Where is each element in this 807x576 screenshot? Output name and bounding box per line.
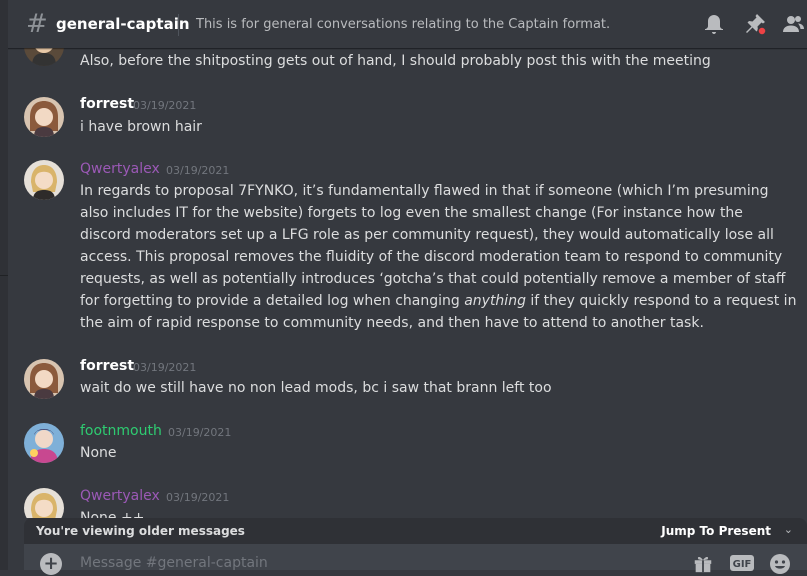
bell-icon[interactable] xyxy=(702,12,726,36)
channel-header: # general-captain This is for general co… xyxy=(8,0,807,48)
pin-icon[interactable] xyxy=(743,12,767,36)
message-text-italic: anything xyxy=(464,293,526,309)
message-text: also includes IT for the website) forget… xyxy=(80,205,743,221)
channel-name: general-captain xyxy=(56,15,190,33)
message-timestamp: 03/19/2021 xyxy=(166,164,230,177)
message-text: None xyxy=(80,445,117,461)
older-messages-bar: You're viewing older messages Jump To Pr… xyxy=(24,518,807,544)
avatar[interactable] xyxy=(24,359,64,399)
avatar[interactable] xyxy=(24,160,64,200)
header-divider xyxy=(178,14,179,36)
add-attachment-icon[interactable]: + xyxy=(40,553,62,575)
avatar[interactable] xyxy=(24,97,64,137)
message-text: requests, as well as potentially introdu… xyxy=(80,271,786,287)
message-text: the aim of rapid response to community n… xyxy=(80,315,704,331)
gif-icon[interactable]: GIF xyxy=(729,552,755,574)
message-composer: + Message #general-captain GIF xyxy=(24,544,807,575)
message-text-part: for forgetting to provide a detailed log… xyxy=(80,293,465,309)
channel-topic[interactable]: This is for general conversations relati… xyxy=(196,17,610,32)
emoji-icon[interactable] xyxy=(768,552,792,576)
message-author[interactable]: forrest xyxy=(80,96,134,112)
message-input[interactable]: Message #general-captain xyxy=(80,555,268,571)
message-author[interactable]: footnmouth xyxy=(80,423,162,439)
server-sidebar-edge xyxy=(0,0,8,570)
message-author[interactable]: Qwertyalex xyxy=(80,488,160,504)
message-text-part: if they quickly respond to a request in xyxy=(525,293,797,309)
message-text: None ++ xyxy=(80,510,145,518)
chevron-down-icon[interactable]: ⌄ xyxy=(784,523,793,536)
gif-label: GIF xyxy=(733,559,752,570)
message-author[interactable]: Qwertyalex xyxy=(80,161,160,177)
message-text: In regards to proposal 7FYNKO, it’s fund… xyxy=(80,183,769,199)
message-text: wait do we still have no non lead mods, … xyxy=(80,380,552,396)
message-text: access. This proposal removes the fluidi… xyxy=(80,249,783,265)
message-timestamp: 03/19/2021 xyxy=(166,491,230,504)
avatar[interactable] xyxy=(24,488,64,518)
message-text: i have brown hair xyxy=(80,119,202,135)
message-text: discord moderators set up a LFG role as … xyxy=(80,227,774,243)
message-timestamp: 03/19/2021 xyxy=(133,99,197,112)
message-timestamp: 03/19/2021 xyxy=(168,426,232,439)
older-messages-text: You're viewing older messages xyxy=(36,524,245,538)
text-channel-icon: # xyxy=(26,9,48,39)
message-timestamp: 03/19/2021 xyxy=(133,361,197,374)
avatar[interactable] xyxy=(24,48,64,66)
message-text: Also, before the shitposting gets out of… xyxy=(80,53,711,69)
message-text: for forgetting to provide a detailed log… xyxy=(80,293,796,309)
jump-to-present-button[interactable]: Jump To Present xyxy=(661,524,771,538)
message-list[interactable]: Also, before the shitposting gets out of… xyxy=(8,48,807,518)
members-icon[interactable] xyxy=(781,12,805,36)
gift-icon[interactable] xyxy=(692,552,714,574)
message-author[interactable]: forrest xyxy=(80,358,134,374)
avatar[interactable] xyxy=(24,423,64,463)
